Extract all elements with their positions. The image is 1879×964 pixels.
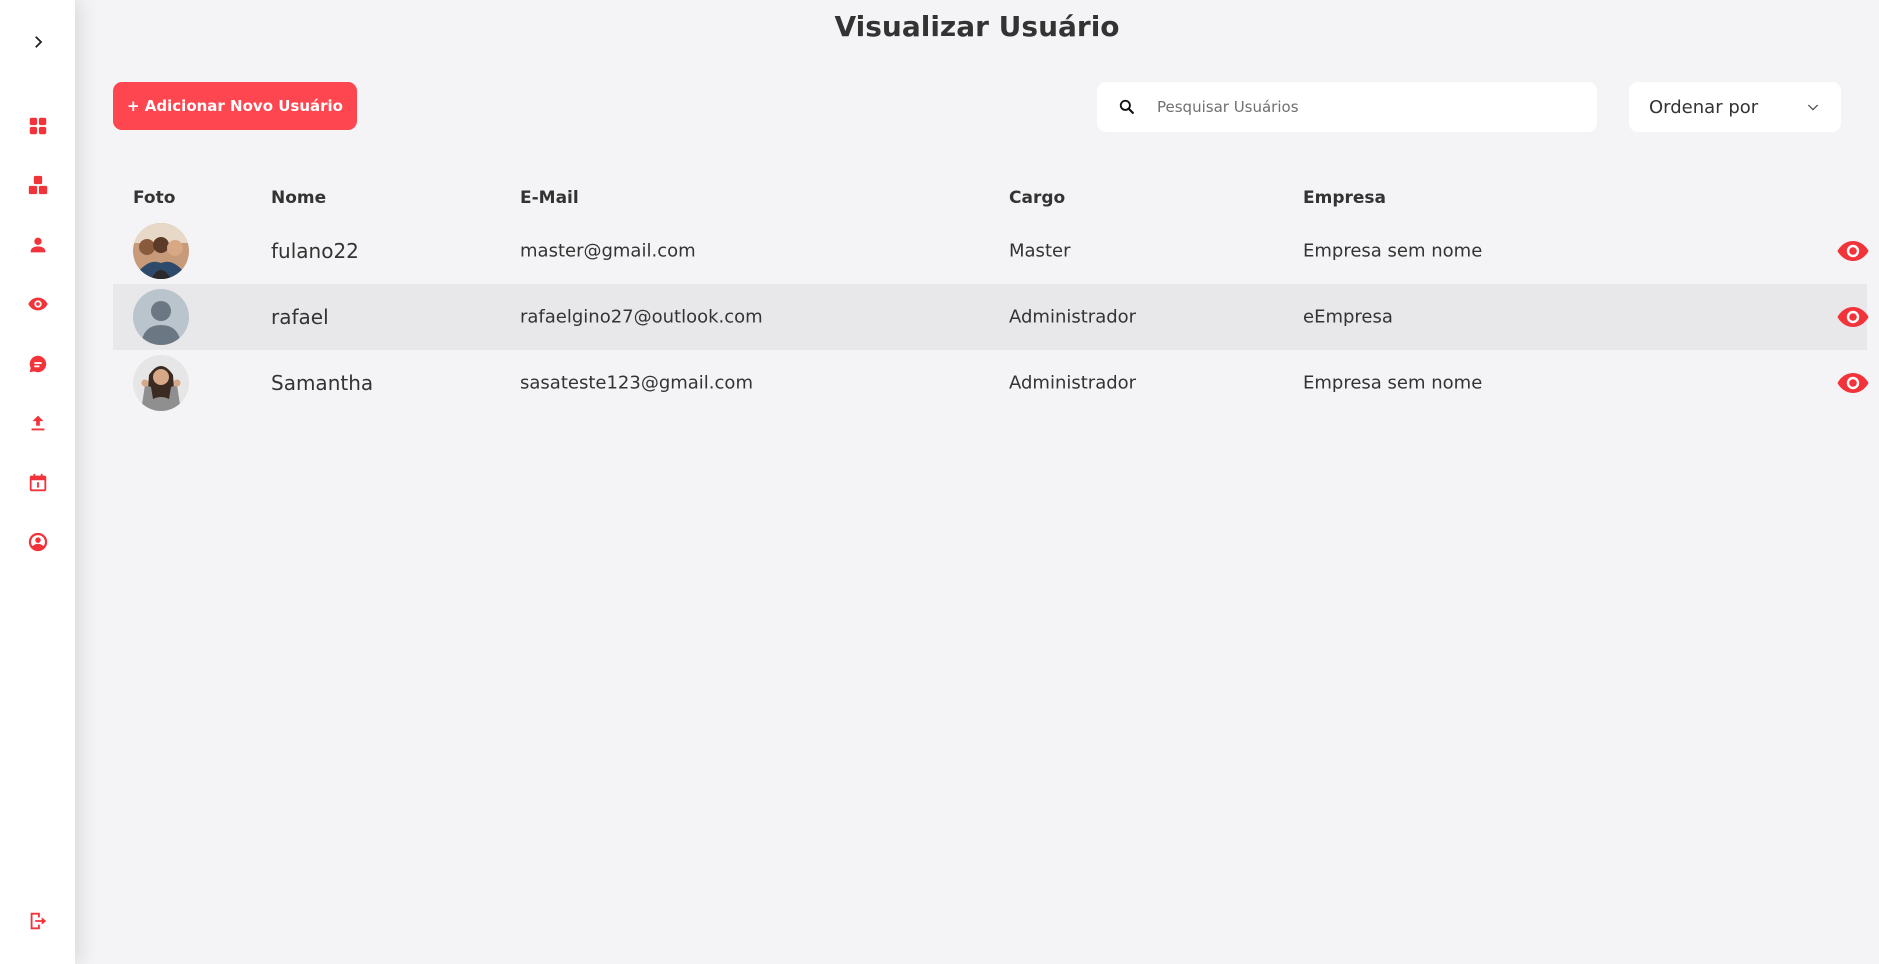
sidebar-item-calendar[interactable] (0, 465, 75, 501)
blocks-icon (28, 175, 47, 195)
users-table: Foto Nome E-Mail Cargo Empresa fulano22 (113, 180, 1869, 416)
avatar (133, 355, 189, 411)
calendar-icon (29, 473, 46, 492)
default-avatar-image (133, 289, 189, 345)
eye-icon (27, 297, 48, 311)
group-photo-image (133, 223, 189, 279)
eye-icon (1837, 241, 1869, 261)
header-email: E-Mail (520, 188, 579, 208)
cell-cargo: Master (1009, 240, 1071, 262)
search-box[interactable] (1097, 82, 1597, 132)
upload-icon (31, 415, 44, 431)
cell-empresa: eEmpresa (1303, 306, 1393, 328)
table-header: Foto Nome E-Mail Cargo Empresa (113, 180, 1867, 218)
table-row: fulano22 master@gmail.com Master Empresa… (113, 218, 1869, 284)
sidebar-item-view[interactable] (0, 286, 75, 322)
header-foto: Foto (133, 188, 176, 208)
sidebar-item-chat[interactable] (0, 346, 75, 382)
header-cargo: Cargo (1009, 188, 1066, 208)
header-nome: Nome (271, 188, 327, 208)
cell-email: master@gmail.com (520, 240, 696, 262)
sidebar-item-dashboard[interactable] (0, 108, 75, 144)
cell-nome: fulano22 (271, 239, 359, 263)
sidebar-item-profile[interactable] (0, 524, 75, 560)
sidebar (0, 0, 75, 964)
cell-empresa: Empresa sem nome (1303, 372, 1483, 394)
table-row: Samantha sasateste123@gmail.com Administ… (113, 350, 1869, 416)
logout-icon (30, 912, 46, 930)
cell-nome: Samantha (271, 371, 374, 395)
order-by-label: Ordenar por (1649, 96, 1759, 118)
chevron-down-icon (1807, 104, 1819, 111)
eye-icon (1837, 373, 1869, 393)
avatar (133, 289, 189, 345)
cell-cargo: Administrador (1009, 306, 1137, 328)
search-icon (1119, 99, 1134, 114)
table-row: rafael rafaelgino27@outlook.com Administ… (113, 284, 1869, 350)
woman-photo-image (133, 355, 189, 411)
eye-icon (1837, 307, 1869, 327)
sidebar-item-blocks[interactable] (0, 167, 75, 203)
sidebar-item-upload[interactable] (0, 405, 75, 441)
view-user-button[interactable] (1833, 235, 1873, 267)
order-by-select[interactable]: Ordenar por (1629, 82, 1841, 132)
search-input[interactable] (1157, 98, 1577, 116)
cell-empresa: Empresa sem nome (1303, 240, 1483, 262)
chat-icon (29, 355, 46, 373)
header-empresa: Empresa (1303, 188, 1386, 208)
cell-email: sasateste123@gmail.com (520, 372, 753, 394)
add-user-button[interactable]: + Adicionar Novo Usuário (113, 82, 357, 130)
page-title: Visualizar Usuário (834, 10, 1120, 43)
cell-email: rafaelgino27@outlook.com (520, 306, 763, 328)
main-content: Visualizar Usuário + Adicionar Novo Usuá… (75, 0, 1879, 964)
view-user-button[interactable] (1833, 301, 1873, 333)
cell-cargo: Administrador (1009, 372, 1137, 394)
view-user-button[interactable] (1833, 367, 1873, 399)
sidebar-item-users[interactable] (0, 227, 75, 263)
sidebar-toggle-button[interactable] (0, 24, 75, 60)
sidebar-logout-button[interactable] (0, 903, 75, 939)
cell-nome: rafael (271, 305, 329, 329)
person-icon (30, 237, 45, 253)
account-circle-icon (28, 532, 47, 552)
avatar (133, 223, 189, 279)
dashboard-icon (29, 117, 46, 135)
chevron-right-icon (34, 36, 42, 48)
